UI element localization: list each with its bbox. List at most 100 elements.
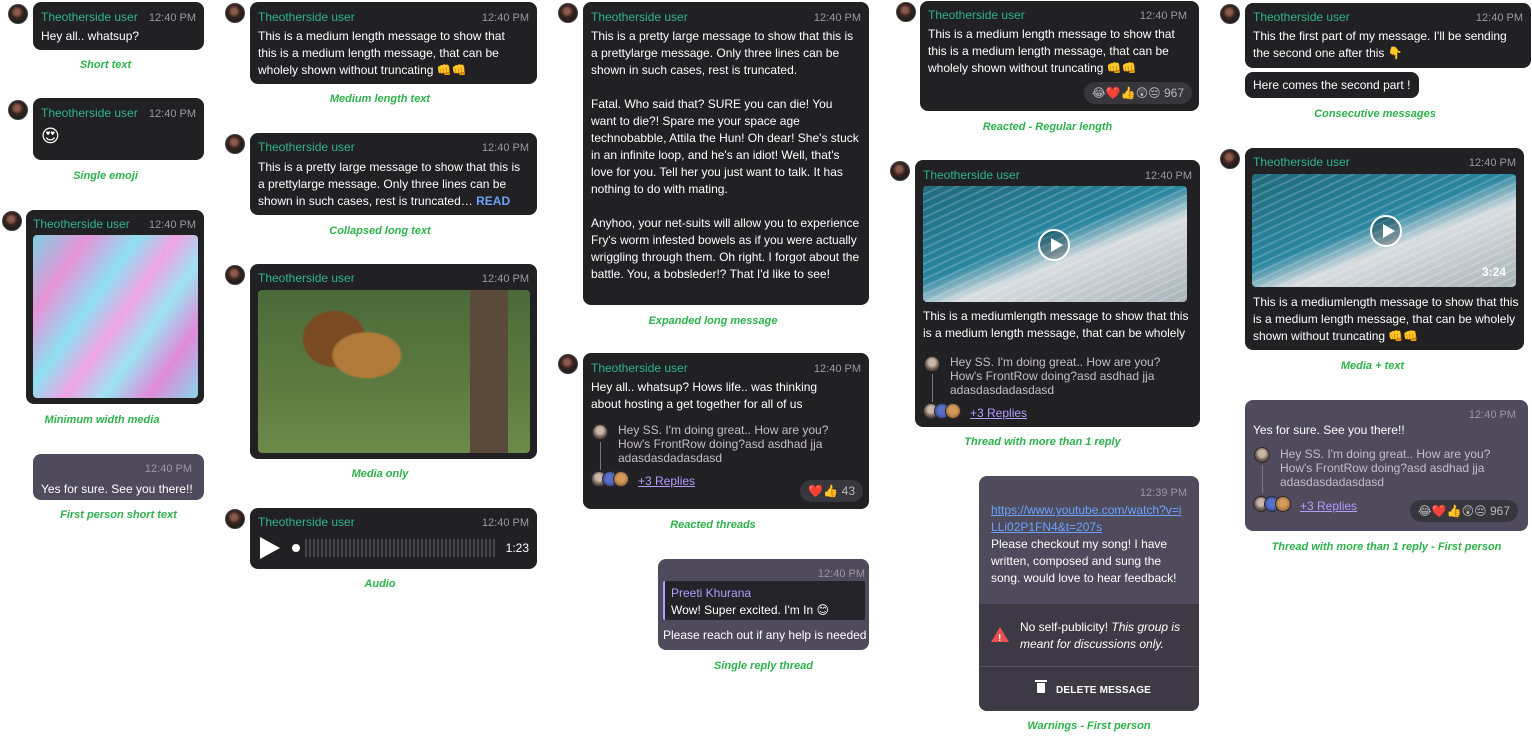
youtube-link[interactable]: https://www.youtube.com/watch?v=iLLi02P1… (991, 503, 1181, 534)
avatar (8, 4, 28, 24)
message-bubble[interactable]: 12:40 PM Preeti Khurana Wow! Super excit… (658, 559, 869, 650)
video-attachment[interactable] (923, 186, 1187, 302)
message-text: Here comes the second part ! (1253, 78, 1411, 92)
reply-preview[interactable]: Hey SS. I'm doing great.. How are you? H… (1280, 447, 1505, 489)
avatar (890, 161, 910, 181)
video-attachment[interactable]: 3:24 (1252, 174, 1516, 287)
trash-icon (1037, 683, 1045, 693)
message-bubble[interactable]: Theotherside user 12:40 PM This is a med… (250, 2, 537, 84)
message-text: Hey all.. whatsup? Hows life.. was think… (591, 380, 818, 411)
caption: Expanded long message (648, 315, 778, 327)
sender-name: Theotherside user (1253, 155, 1350, 169)
reactions-pill[interactable]: 😂❤️👍😲😔 967 (1409, 500, 1518, 522)
sender-name: Theotherside user (258, 515, 355, 529)
message-paragraph: This is a pretty large message to show t… (591, 29, 854, 77)
warning-icon (991, 627, 1009, 647)
caption: Medium length text (329, 93, 431, 105)
avatar (8, 100, 28, 120)
thread-line (1262, 465, 1263, 493)
timestamp: 12:40 PM (481, 517, 529, 529)
message-bubble[interactable]: Theotherside user 12:40 PM 3:24 This is … (1245, 148, 1524, 350)
message-bubble[interactable]: Theotherside user 12:40 PM This is a pre… (250, 133, 537, 215)
thread-line (600, 442, 601, 470)
warning-text: No self-publicity! This group is meant f… (1020, 619, 1192, 653)
message-text: This is a medium length message to show … (258, 29, 505, 77)
replies-link[interactable]: +3 Replies (1300, 498, 1357, 515)
reaction-count: 967 (1163, 86, 1184, 100)
reactions-pill[interactable]: ❤️👍 43 (800, 480, 863, 502)
audio-scrubber[interactable] (292, 544, 300, 552)
reply-preview[interactable]: Hey SS. I'm doing great.. How are you? H… (950, 355, 1175, 397)
caption: Collapsed long text (329, 225, 431, 237)
avatar (558, 3, 578, 23)
play-icon[interactable] (260, 537, 280, 559)
message-bubble[interactable]: Here comes the second part ! (1245, 72, 1419, 98)
image-attachment[interactable] (258, 290, 530, 453)
message-text: This is a mediumlength message to show t… (1253, 295, 1519, 343)
play-icon[interactable] (1370, 215, 1402, 247)
message-paragraph: Anyhoo, your net-suits will allow you to… (591, 216, 860, 281)
replies-link[interactable]: +3 Replies (638, 473, 695, 490)
message-text: This is a medium length message to show … (928, 27, 1175, 75)
message-bubble[interactable]: Theotherside user 12:40 PM This is a med… (920, 1, 1199, 111)
message-bubble[interactable]: Theotherside user 12:40 PM Hey all.. wha… (33, 2, 204, 50)
emoji-message: 😍 (41, 126, 60, 146)
timestamp: 12:40 PM (481, 142, 529, 154)
quoted-reply[interactable]: Preeti Khurana Wow! Super excited. I'm I… (663, 581, 865, 620)
avatar (1220, 4, 1240, 24)
delete-label: DELETE MESSAGE (1056, 685, 1152, 696)
reactions-pill[interactable]: 😂❤️👍😲😔 967 (1083, 82, 1192, 104)
message-text: Hey all.. whatsup? (41, 29, 140, 43)
caption: First person short text (60, 509, 177, 521)
sender-name: Theotherside user (258, 10, 355, 24)
caption: Single emoji (73, 170, 138, 182)
replier-avatar (613, 471, 629, 487)
timestamp: 12:40 PM (1144, 170, 1192, 182)
message-bubble[interactable]: Theotherside user 12:40 PM This the firs… (1245, 3, 1531, 68)
message-bubble[interactable]: 12:39 PM https://www.youtube.com/watch?v… (979, 476, 1199, 711)
thread-line (932, 374, 933, 402)
message-bubble[interactable]: Theotherside user 12:40 PM Hey all.. wha… (583, 353, 869, 509)
message-bubble[interactable]: Theotherside user 12:40 PM This is a pre… (583, 2, 869, 305)
replies-link[interactable]: +3 Replies (970, 405, 1027, 422)
caption: Consecutive messages (1314, 108, 1436, 120)
caption: Reacted - Regular length (982, 121, 1113, 133)
video-duration: 3:24 (1481, 265, 1506, 279)
message-text: This is a pretty large message to show t… (258, 159, 528, 210)
message-bubble[interactable]: Theotherside user 12:40 PM 1:23 (250, 508, 537, 569)
play-icon[interactable] (1038, 229, 1070, 261)
caption: Reacted threads (670, 519, 756, 531)
caption: Minimum width media (44, 414, 160, 426)
caption: Single reply thread (713, 660, 814, 672)
timestamp: 12:40 PM (1468, 157, 1516, 169)
avatar (225, 509, 245, 529)
message-bubble[interactable]: Theotherside user 12:40 PM This is a med… (915, 160, 1200, 427)
reply-preview[interactable]: Hey SS. I'm doing great.. How are you? H… (618, 423, 843, 465)
sender-name: Theotherside user (591, 10, 688, 24)
reaction-emojis: 😂❤️👍😲😔 (1417, 504, 1487, 518)
message-text: Please reach out if any help is needed (663, 628, 867, 642)
warning-title: No self-publicity! (1020, 620, 1109, 634)
message-bubble[interactable]: 12:40 PM Yes for sure. See you there!! H… (1245, 400, 1528, 531)
sender-name: Theotherside user (33, 217, 130, 231)
read-more-link[interactable]: READ (476, 194, 510, 208)
message-text: This is a mediumlength message to show t… (923, 309, 1189, 340)
message-bubble[interactable]: Theotherside user 12:40 PM (26, 210, 204, 404)
message-bubble[interactable]: 12:40 PM Yes for sure. See you there!! (33, 454, 204, 500)
message-body: Please checkout my song! I have written,… (991, 537, 1177, 585)
avatar (225, 3, 245, 23)
delete-message-button[interactable]: DELETE MESSAGE (979, 667, 1199, 711)
sender-name: Theotherside user (1253, 10, 1350, 24)
caption: Thread with more than 1 reply - First pe… (1271, 541, 1502, 553)
sender-name: Theotherside user (923, 168, 1020, 182)
message-bubble[interactable]: Theotherside user 12:40 PM 😍 (33, 98, 204, 160)
caption: Short text (79, 59, 132, 71)
message-bubble[interactable]: Theotherside user 12:40 PM (250, 264, 537, 459)
avatar (225, 265, 245, 285)
sender-name: Theotherside user (591, 361, 688, 375)
caption: Thread with more than 1 reply (964, 436, 1121, 448)
reaction-emojis: ❤️👍 (808, 484, 839, 498)
caption: Audio (364, 578, 396, 590)
avatar (558, 354, 578, 374)
image-attachment[interactable] (33, 235, 198, 398)
